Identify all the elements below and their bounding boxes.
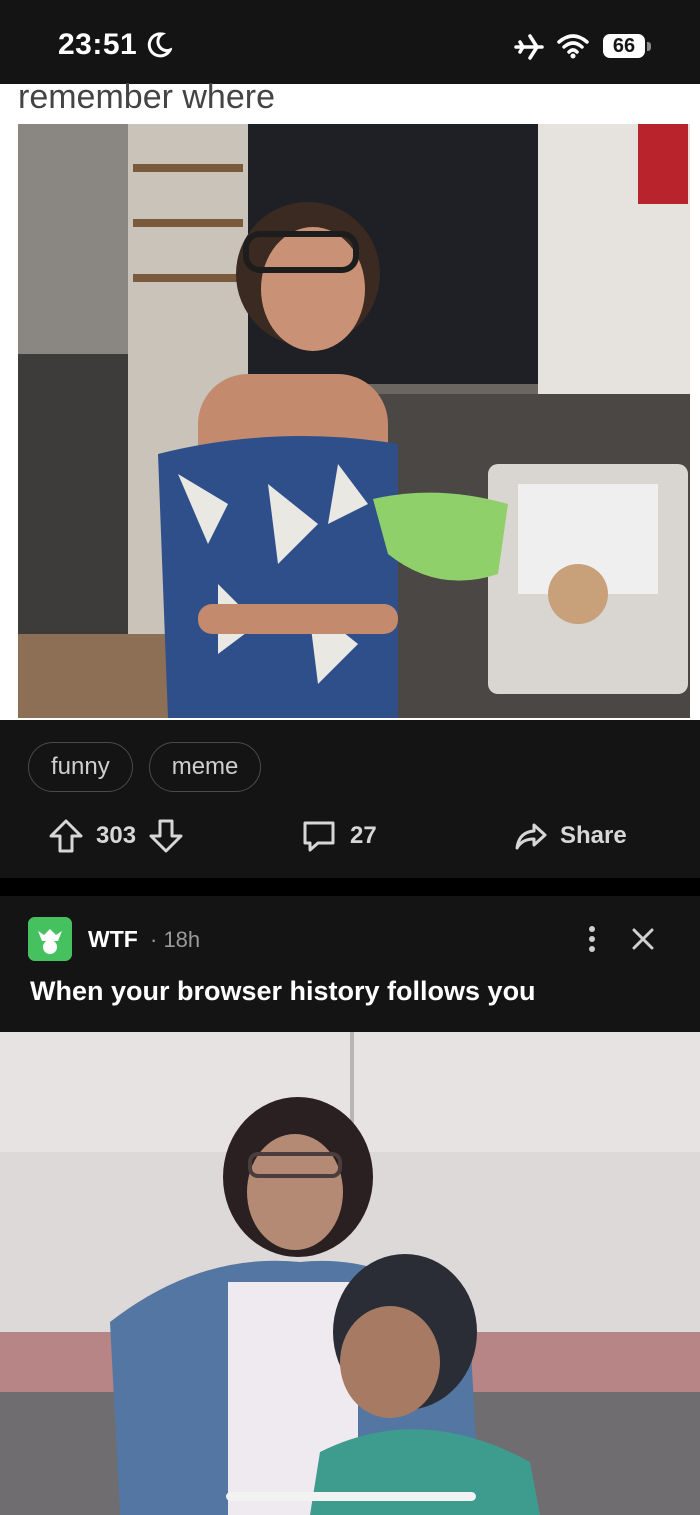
more-options-icon[interactable] — [580, 924, 604, 954]
post-time-ago: · 18h — [150, 927, 201, 952]
close-icon[interactable] — [630, 926, 656, 952]
post-image[interactable]: remember where — [0, 78, 700, 720]
post-tags: funny meme — [28, 742, 262, 792]
post-image[interactable] — [0, 1032, 700, 1515]
tag-chip[interactable]: funny — [28, 742, 133, 792]
status-bar: 23:51 66 — [0, 0, 700, 84]
vote-control: 303 — [48, 816, 184, 856]
upvote-count: 303 — [96, 822, 137, 849]
tag-chip[interactable]: meme — [148, 742, 262, 792]
airplane-icon — [514, 34, 544, 60]
comments-button[interactable]: 27 — [302, 816, 377, 856]
share-button[interactable]: Share — [514, 816, 627, 856]
meme-caption-text: remember where — [18, 78, 275, 116]
comment-bubble-icon — [303, 821, 335, 852]
feed-divider — [0, 878, 700, 896]
wifi-icon — [557, 34, 589, 59]
share-label: Share — [560, 822, 627, 849]
post-action-bar: 303 27 Share — [0, 808, 700, 864]
kitchen-photo — [18, 124, 690, 718]
battery-level: 66 — [603, 34, 645, 58]
home-indicator[interactable] — [226, 1492, 476, 1501]
subreddit-name[interactable]: WTF — [88, 926, 138, 953]
clock-time: 23:51 — [58, 28, 138, 61]
downvote-arrow-icon[interactable] — [148, 818, 184, 854]
subreddit-avatar-icon[interactable] — [28, 917, 72, 961]
post-title[interactable]: When your browser history follows you — [30, 976, 536, 1007]
share-arrow-icon — [515, 823, 547, 850]
post-card[interactable]: WTF · 18h When your browser history foll… — [0, 896, 700, 1032]
upvote-arrow-icon[interactable] — [48, 818, 84, 854]
moon-icon — [147, 32, 172, 58]
battery-icon: 66 — [603, 34, 651, 60]
comment-count: 27 — [350, 822, 377, 849]
